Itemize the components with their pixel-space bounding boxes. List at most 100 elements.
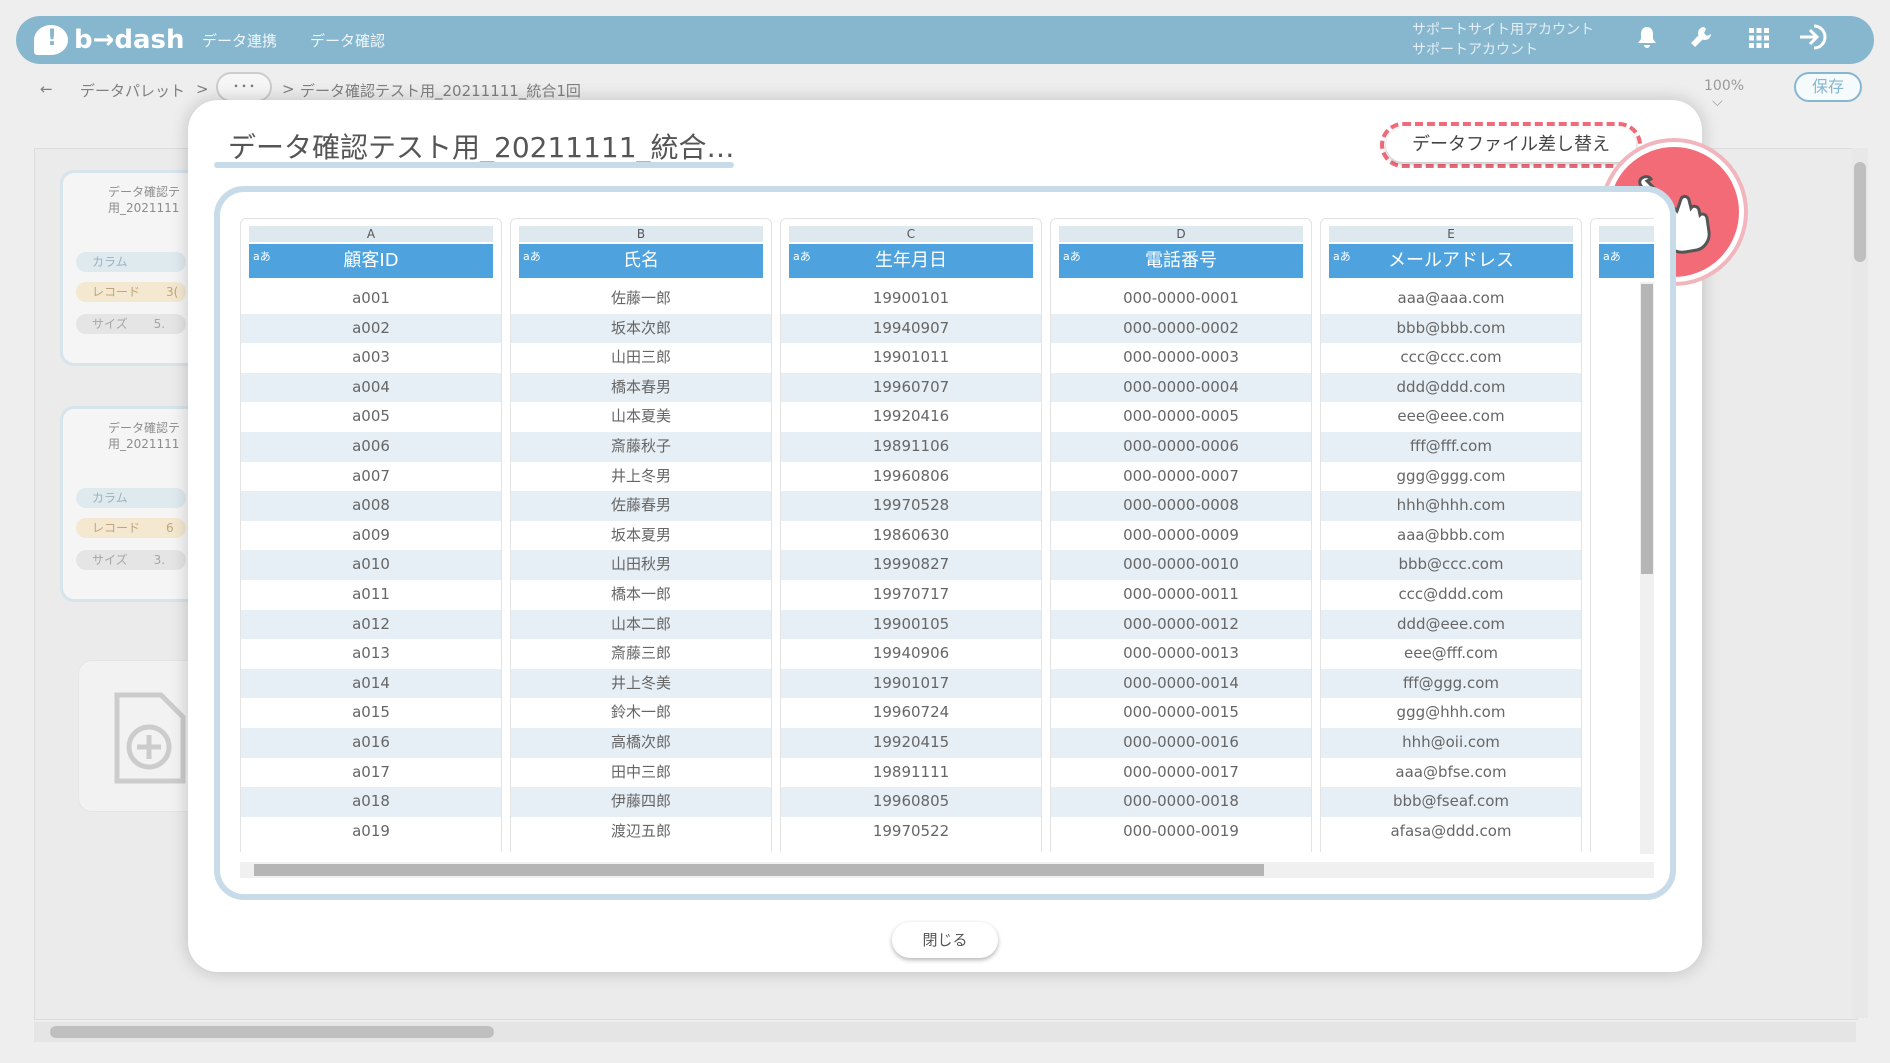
table-cell[interactable]: hhh@hhh.com: [1321, 491, 1581, 521]
table-cell[interactable]: 橋本春男: [511, 372, 771, 403]
table-cell[interactable]: ccc@ddd.com: [1321, 580, 1581, 610]
table-cell[interactable]: 井上冬美: [511, 668, 771, 699]
table-cell[interactable]: a006: [241, 431, 501, 462]
column-header[interactable]: aあ 電話番号: [1059, 244, 1303, 278]
table-cell[interactable]: ddd@ddd.com: [1321, 372, 1581, 403]
table-cell[interactable]: 19970522: [781, 817, 1041, 847]
table-cell[interactable]: 山本二郎: [511, 609, 771, 640]
table-cell[interactable]: 19901017: [781, 668, 1041, 699]
table-cell[interactable]: 鈴木一郎: [511, 698, 771, 728]
table-cell[interactable]: 山本夏美: [511, 402, 771, 432]
table-cell[interactable]: aaa@aaa.com: [1321, 284, 1581, 314]
table-cell[interactable]: a019: [241, 817, 501, 847]
table-cell[interactable]: a017: [241, 758, 501, 788]
table-cell[interactable]: 19960805: [781, 787, 1041, 817]
table-cell[interactable]: 19920416: [781, 402, 1041, 432]
table-cell[interactable]: ccc@ccc.com: [1321, 343, 1581, 373]
table-cell[interactable]: 000-0000-0002: [1051, 313, 1311, 344]
table-cell[interactable]: 000-0000-0005: [1051, 402, 1311, 432]
table-cell[interactable]: a009: [241, 521, 501, 551]
table-cell[interactable]: fff@ggg.com: [1321, 668, 1581, 699]
table-cell[interactable]: a008: [241, 491, 501, 521]
table-cell[interactable]: a010: [241, 550, 501, 580]
table-cell[interactable]: 000-0000-0009: [1051, 521, 1311, 551]
close-button[interactable]: 閉じる: [892, 922, 998, 958]
replace-data-file-button[interactable]: データファイル差し替え: [1386, 128, 1636, 162]
table-cell[interactable]: 橋本一郎: [511, 580, 771, 610]
table-cell[interactable]: 井上冬男: [511, 462, 771, 492]
table-cell[interactable]: hhh@oii.com: [1321, 727, 1581, 758]
table-cell[interactable]: afasa@ddd.com: [1321, 817, 1581, 847]
table-cell[interactable]: eee@fff.com: [1321, 639, 1581, 669]
table-cell[interactable]: 000-0000-0013: [1051, 639, 1311, 669]
table-cell[interactable]: 000-0000-0008: [1051, 491, 1311, 521]
table-cell[interactable]: a007: [241, 462, 501, 492]
table-cell[interactable]: 斎藤秋子: [511, 431, 771, 462]
table-cell[interactable]: 19960806: [781, 462, 1041, 492]
table-cell[interactable]: 000-0000-0014: [1051, 668, 1311, 699]
table-cell[interactable]: aaa@bfse.com: [1321, 758, 1581, 788]
table-cell[interactable]: 000-0000-0001: [1051, 284, 1311, 314]
table-horizontal-scroll-thumb[interactable]: [254, 864, 1264, 876]
table-cell[interactable]: 19960707: [781, 372, 1041, 403]
table-cell[interactable]: ggg@hhh.com: [1321, 698, 1581, 728]
table-cell[interactable]: 000-0000-0004: [1051, 372, 1311, 403]
table-cell[interactable]: 田中三郎: [511, 758, 771, 788]
column-header[interactable]: aあ 顧客ID: [249, 244, 493, 278]
table-cell[interactable]: 19891111: [781, 758, 1041, 788]
table-cell[interactable]: 19940907: [781, 313, 1041, 344]
table-cell[interactable]: 000-0000-0003: [1051, 343, 1311, 373]
table-cell[interactable]: ggg@ggg.com: [1321, 462, 1581, 492]
table-cell[interactable]: 000-0000-0011: [1051, 580, 1311, 610]
table-cell[interactable]: bbb@ccc.com: [1321, 550, 1581, 580]
table-cell[interactable]: a012: [241, 609, 501, 640]
table-cell[interactable]: 19891106: [781, 431, 1041, 462]
table-cell[interactable]: 佐藤一郎: [511, 284, 771, 314]
table-cell[interactable]: 19970717: [781, 580, 1041, 610]
table-cell[interactable]: 19960724: [781, 698, 1041, 728]
table-cell[interactable]: a018: [241, 787, 501, 817]
table-cell[interactable]: a005: [241, 402, 501, 432]
table-cell[interactable]: a016: [241, 727, 501, 758]
table-cell[interactable]: eee@eee.com: [1321, 402, 1581, 432]
table-cell[interactable]: 斎藤三郎: [511, 639, 771, 669]
column-header[interactable]: aあ メールアドレス: [1329, 244, 1573, 278]
table-cell[interactable]: a002: [241, 313, 501, 344]
table-cell[interactable]: 山田三郎: [511, 343, 771, 373]
table-cell[interactable]: 19901011: [781, 343, 1041, 373]
table-cell[interactable]: a003: [241, 343, 501, 373]
table-cell[interactable]: 坂本夏男: [511, 521, 771, 551]
table-cell[interactable]: 000-0000-0007: [1051, 462, 1311, 492]
table-cell[interactable]: a014: [241, 668, 501, 699]
table-cell[interactable]: 000-0000-0017: [1051, 758, 1311, 788]
table-cell[interactable]: fff@fff.com: [1321, 431, 1581, 462]
table-cell[interactable]: ddd@eee.com: [1321, 609, 1581, 640]
table-cell[interactable]: a001: [241, 284, 501, 314]
table-cell[interactable]: bbb@bbb.com: [1321, 313, 1581, 344]
table-cell[interactable]: a011: [241, 580, 501, 610]
table-cell[interactable]: bbb@fseaf.com: [1321, 787, 1581, 817]
table-cell[interactable]: 000-0000-0019: [1051, 817, 1311, 847]
table-cell[interactable]: a015: [241, 698, 501, 728]
table-cell[interactable]: 19900105: [781, 609, 1041, 640]
column-header[interactable]: aあ 氏名: [519, 244, 763, 278]
table-cell[interactable]: 山田秋男: [511, 550, 771, 580]
table-cell[interactable]: 伊藤四郎: [511, 787, 771, 817]
table-cell[interactable]: 000-0000-0016: [1051, 727, 1311, 758]
table-cell[interactable]: 19860630: [781, 521, 1041, 551]
table-cell[interactable]: 坂本次郎: [511, 313, 771, 344]
table-cell[interactable]: 000-0000-0010: [1051, 550, 1311, 580]
table-cell[interactable]: 高橋次郎: [511, 727, 771, 758]
table-cell[interactable]: 000-0000-0015: [1051, 698, 1311, 728]
table-cell[interactable]: 佐藤春男: [511, 491, 771, 521]
table-cell[interactable]: a004: [241, 372, 501, 403]
table-cell[interactable]: 19990827: [781, 550, 1041, 580]
table-cell[interactable]: a013: [241, 639, 501, 669]
table-cell[interactable]: 19920415: [781, 727, 1041, 758]
table-cell[interactable]: 19970528: [781, 491, 1041, 521]
table-cell[interactable]: 000-0000-0012: [1051, 609, 1311, 640]
table-cell[interactable]: 19900101: [781, 284, 1041, 314]
table-cell[interactable]: aaa@bbb.com: [1321, 521, 1581, 551]
column-header[interactable]: aあ 生年月日: [789, 244, 1033, 278]
column-header[interactable]: aあ: [1599, 244, 1654, 278]
